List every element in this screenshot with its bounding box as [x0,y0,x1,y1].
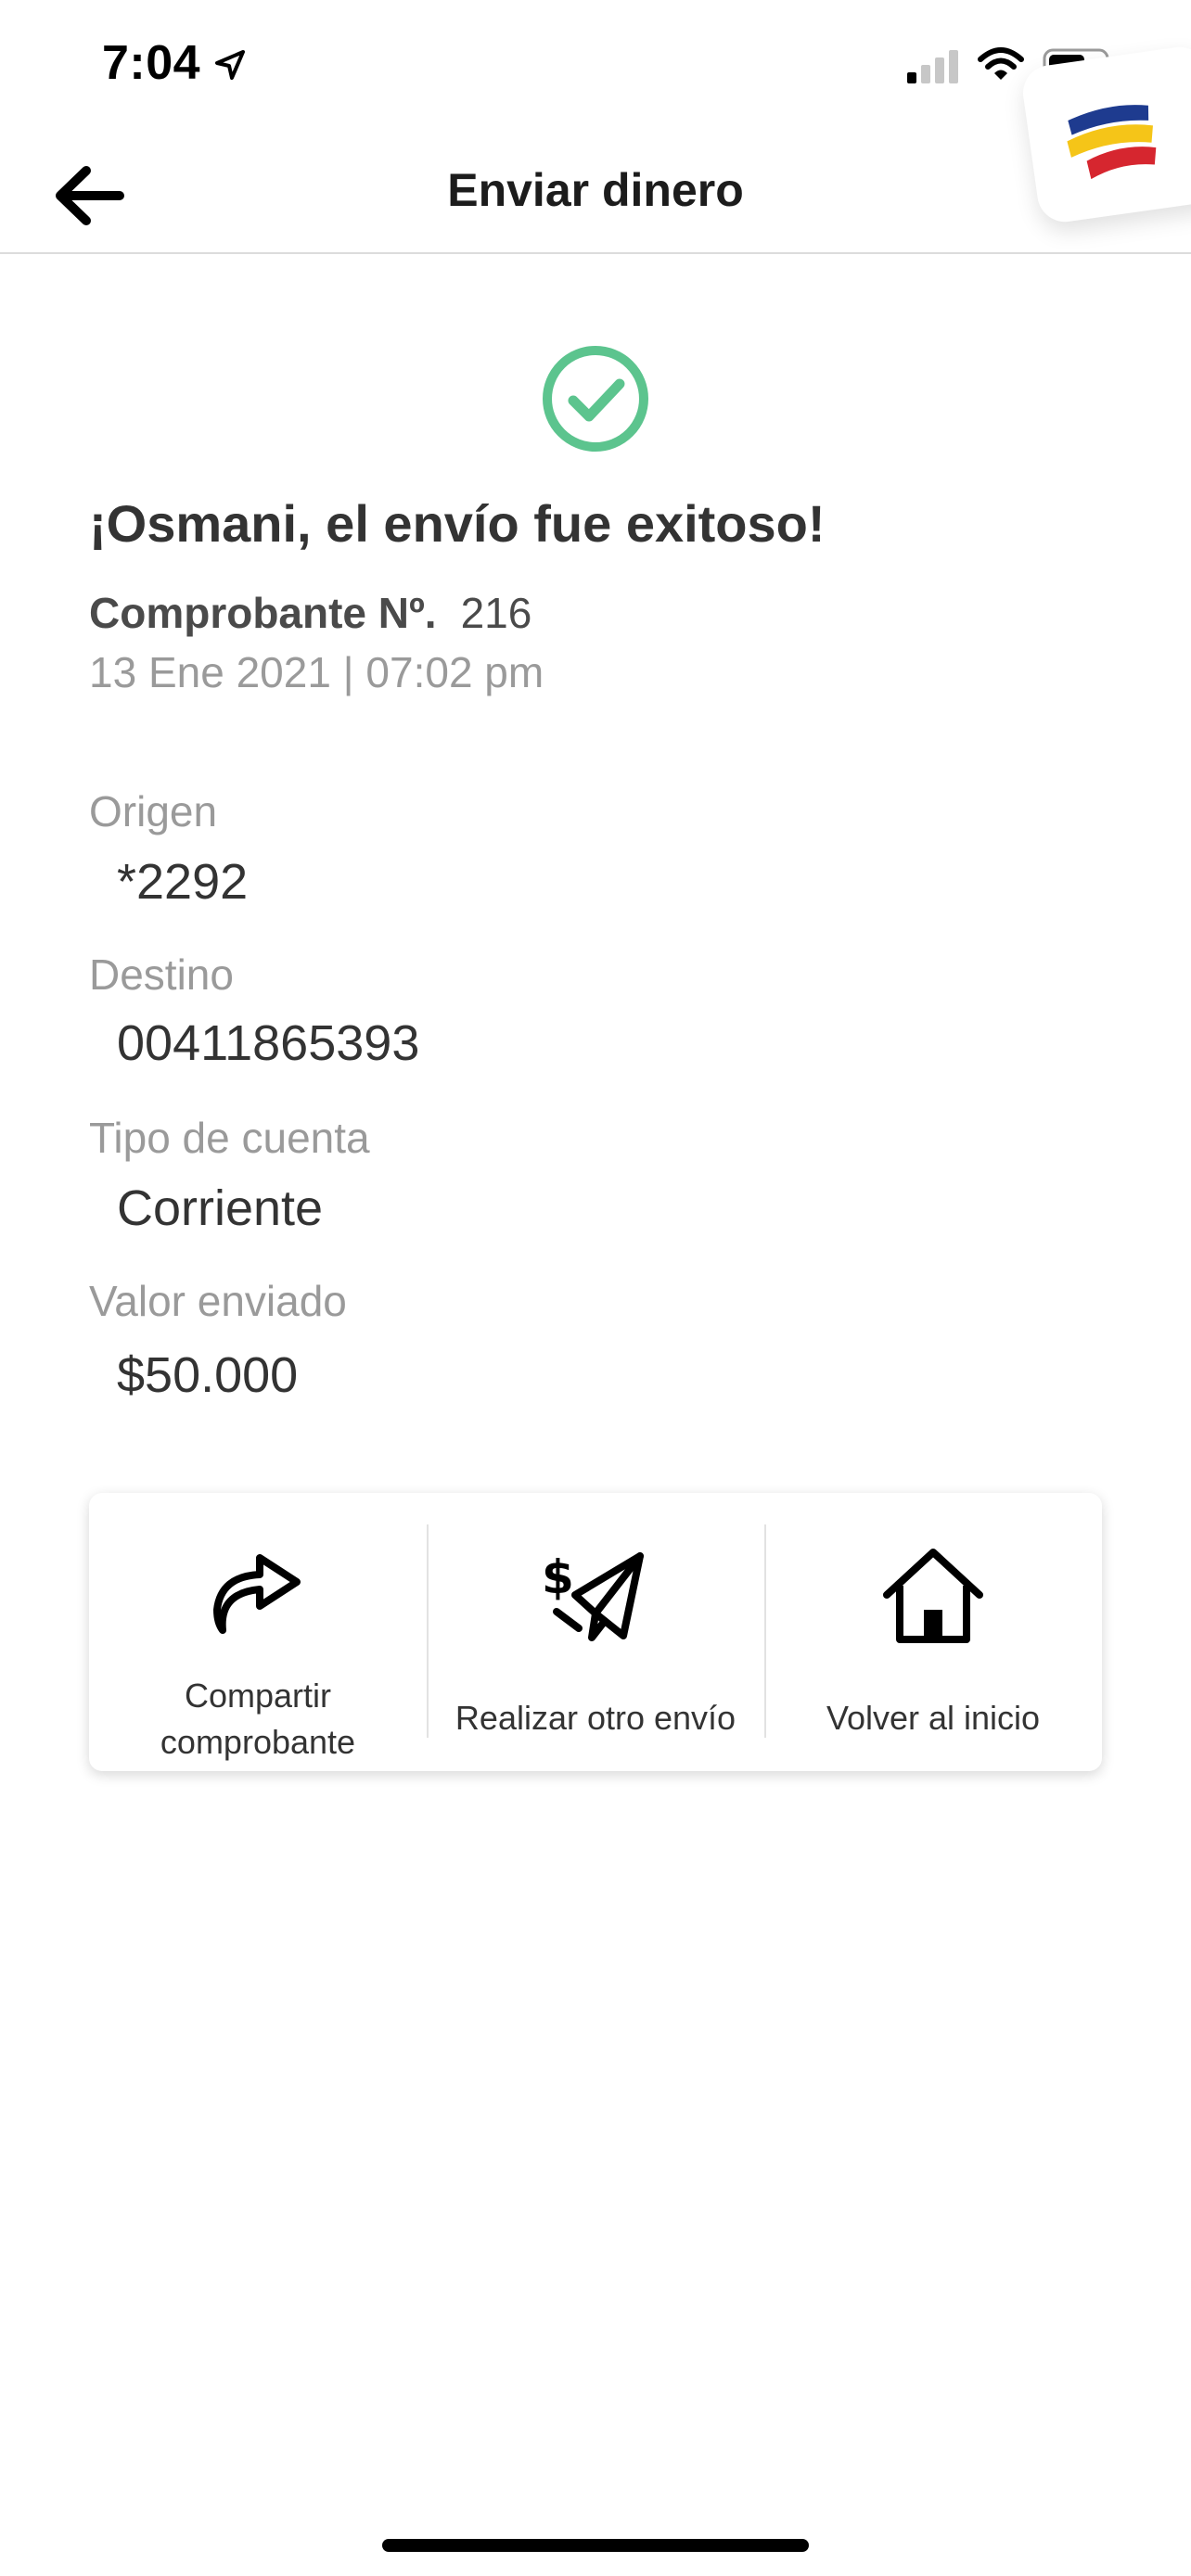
receipt-number-line: Comprobante Nº. 216 [89,588,531,638]
share-arrow-icon [213,1554,301,1634]
home-button[interactable]: Volver al inicio [764,1493,1102,1771]
wifi-icon [978,47,1024,80]
nav-header: Enviar dinero [0,130,1191,254]
send-again-button[interactable]: $ Realizar otro envío [427,1493,764,1771]
check-circle-icon [543,346,648,452]
status-time: 7:04 [102,36,201,90]
receipt-date: 13 Ene 2021 | 07:02 pm [89,648,544,696]
page-title: Enviar dinero [447,164,744,216]
cellular-signal-icon [907,50,958,83]
home-label: Volver al inicio [826,1699,1041,1737]
receipt-label: Comprobante Nº. [89,589,437,637]
detail-label-origen: Origen [89,787,218,835]
detail-label-valor: Valor enviado [89,1277,347,1325]
success-title: ¡Osmani, el envío fue exitoso! [89,494,826,553]
detail-label-tipo-cuenta: Tipo de cuenta [89,1114,370,1162]
share-receipt-button[interactable]: Compartir comprobante [89,1493,427,1771]
actions-card: Compartir comprobante $ Realizar otro en… [89,1493,1102,1771]
home-indicator[interactable] [382,2539,809,2552]
detail-value-valor: $50.000 [117,1347,299,1403]
status-bar: 7:04 [0,0,1191,130]
detail-value-tipo-cuenta: Corriente [117,1180,324,1236]
svg-text:$: $ [542,1550,574,1604]
detail-value-origen: *2292 [117,854,249,910]
receipt-number: 216 [460,589,532,637]
send-again-label: Realizar otro envío [455,1699,736,1737]
home-icon [883,1549,983,1643]
share-receipt-label: Compartir comprobante [160,1677,356,1761]
detail-label-destino: Destino [89,950,234,999]
detail-value-destino: 00411865393 [117,1015,420,1071]
location-arrow-icon [215,50,245,80]
paper-plane-money-icon: $ [542,1550,644,1641]
